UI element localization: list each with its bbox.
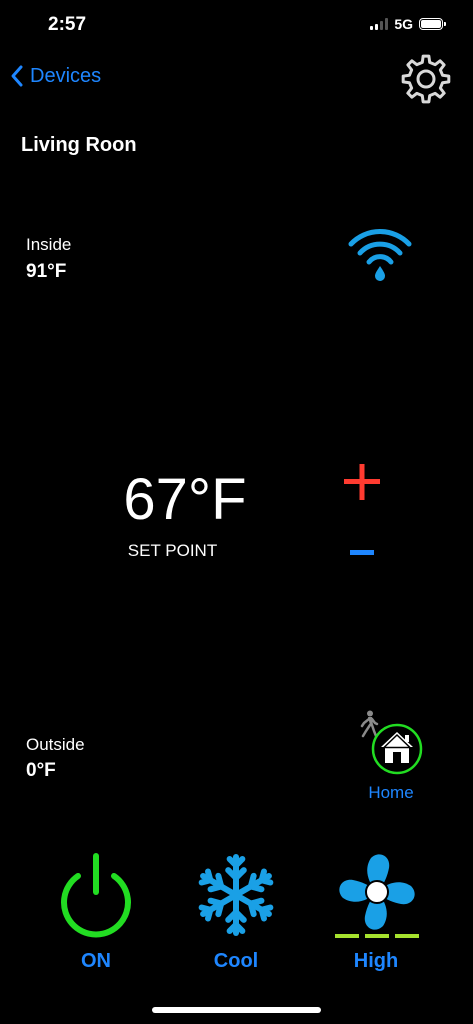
wifi-icon	[348, 229, 412, 281]
home-indicator-bar	[152, 1007, 321, 1013]
room-title: Living Roon	[21, 134, 137, 156]
outside-temperature: 0°F	[26, 760, 56, 781]
inside-temperature: 91°F	[26, 261, 67, 282]
cellular-signal-icon	[370, 18, 389, 30]
decrease-setpoint-button[interactable]	[350, 549, 374, 557]
setpoint-temperature: 67°F	[123, 467, 247, 532]
battery-icon	[419, 18, 446, 30]
back-button[interactable]: Devices	[10, 64, 101, 88]
cool-mode-button[interactable]	[193, 852, 279, 938]
home-occupancy-button[interactable]	[370, 722, 424, 776]
fan-speed-button[interactable]	[333, 850, 421, 942]
increase-setpoint-button[interactable]	[344, 464, 380, 500]
status-indicators: 5G	[370, 16, 446, 32]
outside-label: Outside	[26, 735, 85, 754]
gear-icon[interactable]	[399, 52, 453, 106]
status-time: 2:57	[48, 14, 87, 35]
network-type: 5G	[394, 16, 413, 32]
setpoint-label: SET POINT	[127, 541, 218, 560]
occupancy-label[interactable]: Home	[356, 783, 426, 803]
chevron-left-icon	[11, 65, 23, 87]
house-icon	[381, 732, 413, 763]
inside-label: Inside	[26, 235, 72, 254]
snowflake-icon	[198, 854, 274, 936]
fan-level-indicator	[335, 934, 419, 938]
fan-icon	[339, 854, 415, 930]
mode-label: Cool	[213, 950, 259, 972]
back-button-label: Devices	[30, 64, 102, 87]
power-button[interactable]	[56, 852, 136, 938]
power-label: ON	[81, 950, 111, 972]
fan-speed-label: High	[353, 950, 399, 972]
